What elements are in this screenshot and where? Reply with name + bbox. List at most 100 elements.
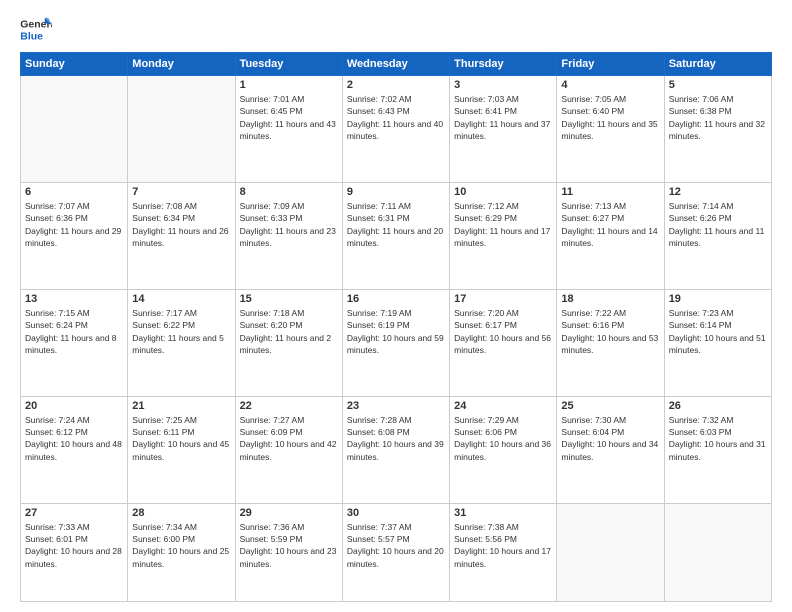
day-number: 16 <box>347 293 445 305</box>
day-number: 17 <box>454 293 552 305</box>
day-detail: Sunrise: 7:01 AMSunset: 6:45 PMDaylight:… <box>240 93 338 142</box>
calendar-day-cell: 30 Sunrise: 7:37 AMSunset: 5:57 PMDayligh… <box>342 503 449 601</box>
calendar-day-cell: 1 Sunrise: 7:01 AMSunset: 6:45 PMDaylight… <box>235 76 342 183</box>
calendar-day-cell <box>557 503 664 601</box>
calendar-day-cell: 24 Sunrise: 7:29 AMSunset: 6:06 PMDayligh… <box>450 396 557 503</box>
day-detail: Sunrise: 7:13 AMSunset: 6:27 PMDaylight:… <box>561 200 659 249</box>
weekday-header-wednesday: Wednesday <box>342 53 449 76</box>
day-number: 15 <box>240 293 338 305</box>
weekday-header-row: SundayMondayTuesdayWednesdayThursdayFrid… <box>21 53 772 76</box>
calendar-day-cell: 21 Sunrise: 7:25 AMSunset: 6:11 PMDayligh… <box>128 396 235 503</box>
day-detail: Sunrise: 7:20 AMSunset: 6:17 PMDaylight:… <box>454 307 552 356</box>
day-detail: Sunrise: 7:18 AMSunset: 6:20 PMDaylight:… <box>240 307 338 356</box>
day-detail: Sunrise: 7:24 AMSunset: 6:12 PMDaylight:… <box>25 414 123 463</box>
calendar-day-cell: 3 Sunrise: 7:03 AMSunset: 6:41 PMDaylight… <box>450 76 557 183</box>
day-number: 9 <box>347 186 445 198</box>
calendar-day-cell: 9Sunrise: 7:11 AMSunset: 6:31 PMDaylight… <box>342 182 449 289</box>
weekday-header-sunday: Sunday <box>21 53 128 76</box>
header: General Blue <box>20 16 772 44</box>
calendar-day-cell: 7 Sunrise: 7:08 AMSunset: 6:34 PMDaylight… <box>128 182 235 289</box>
day-detail: Sunrise: 7:29 AMSunset: 6:06 PMDaylight:… <box>454 414 552 463</box>
day-number: 10 <box>454 186 552 198</box>
day-detail: Sunrise: 7:15 AMSunset: 6:24 PMDaylight:… <box>25 307 123 356</box>
calendar-week-row: 27Sunrise: 7:33 AMSunset: 6:01 PMDayligh… <box>21 503 772 601</box>
calendar-day-cell: 13 Sunrise: 7:15 AMSunset: 6:24 PMDayligh… <box>21 289 128 396</box>
day-number: 11 <box>561 186 659 198</box>
calendar-week-row: 20 Sunrise: 7:24 AMSunset: 6:12 PMDayligh… <box>21 396 772 503</box>
weekday-header-saturday: Saturday <box>664 53 771 76</box>
day-number: 25 <box>561 400 659 412</box>
day-detail: Sunrise: 7:37 AMSunset: 5:57 PMDaylight:… <box>347 521 445 570</box>
day-detail: Sunrise: 7:17 AMSunset: 6:22 PMDaylight:… <box>132 307 230 356</box>
day-number: 13 <box>25 293 123 305</box>
calendar-day-cell <box>664 503 771 601</box>
logo-icon: General Blue <box>20 16 52 44</box>
day-number: 26 <box>669 400 767 412</box>
day-number: 20 <box>25 400 123 412</box>
calendar-day-cell: 20 Sunrise: 7:24 AMSunset: 6:12 PMDayligh… <box>21 396 128 503</box>
day-number: 19 <box>669 293 767 305</box>
calendar-table: SundayMondayTuesdayWednesdayThursdayFrid… <box>20 52 772 602</box>
calendar-day-cell: 6 Sunrise: 7:07 AMSunset: 6:36 PMDaylight… <box>21 182 128 289</box>
calendar-day-cell: 25 Sunrise: 7:30 AMSunset: 6:04 PMDayligh… <box>557 396 664 503</box>
calendar-day-cell: 27Sunrise: 7:33 AMSunset: 6:01 PMDayligh… <box>21 503 128 601</box>
day-number: 3 <box>454 79 552 91</box>
weekday-header-thursday: Thursday <box>450 53 557 76</box>
weekday-header-friday: Friday <box>557 53 664 76</box>
day-number: 2 <box>347 79 445 91</box>
day-detail: Sunrise: 7:36 AMSunset: 5:59 PMDaylight:… <box>240 521 338 570</box>
day-number: 30 <box>347 507 445 519</box>
calendar-day-cell: 16 Sunrise: 7:19 AMSunset: 6:19 PMDayligh… <box>342 289 449 396</box>
day-detail: Sunrise: 7:32 AMSunset: 6:03 PMDaylight:… <box>669 414 767 463</box>
calendar-day-cell: 29Sunrise: 7:36 AMSunset: 5:59 PMDayligh… <box>235 503 342 601</box>
day-number: 5 <box>669 79 767 91</box>
day-detail: Sunrise: 7:09 AMSunset: 6:33 PMDaylight:… <box>240 200 338 249</box>
calendar-day-cell: 5 Sunrise: 7:06 AMSunset: 6:38 PMDaylight… <box>664 76 771 183</box>
day-detail: Sunrise: 7:06 AMSunset: 6:38 PMDaylight:… <box>669 93 767 142</box>
weekday-header-monday: Monday <box>128 53 235 76</box>
calendar-day-cell: 22Sunrise: 7:27 AMSunset: 6:09 PMDayligh… <box>235 396 342 503</box>
day-number: 1 <box>240 79 338 91</box>
day-number: 23 <box>347 400 445 412</box>
calendar-week-row: 6 Sunrise: 7:07 AMSunset: 6:36 PMDaylight… <box>21 182 772 289</box>
calendar-day-cell: 31 Sunrise: 7:38 AMSunset: 5:56 PMDayligh… <box>450 503 557 601</box>
calendar-day-cell: 12 Sunrise: 7:14 AMSunset: 6:26 PMDayligh… <box>664 182 771 289</box>
day-detail: Sunrise: 7:38 AMSunset: 5:56 PMDaylight:… <box>454 521 552 570</box>
calendar-day-cell: 26 Sunrise: 7:32 AMSunset: 6:03 PMDayligh… <box>664 396 771 503</box>
day-detail: Sunrise: 7:28 AMSunset: 6:08 PMDaylight:… <box>347 414 445 463</box>
day-number: 14 <box>132 293 230 305</box>
day-number: 6 <box>25 186 123 198</box>
day-detail: Sunrise: 7:08 AMSunset: 6:34 PMDaylight:… <box>132 200 230 249</box>
weekday-header-tuesday: Tuesday <box>235 53 342 76</box>
day-detail: Sunrise: 7:14 AMSunset: 6:26 PMDaylight:… <box>669 200 767 249</box>
calendar-day-cell: 28Sunrise: 7:34 AMSunset: 6:00 PMDayligh… <box>128 503 235 601</box>
calendar-day-cell: 4 Sunrise: 7:05 AMSunset: 6:40 PMDaylight… <box>557 76 664 183</box>
page: General Blue SundayMondayTuesdayWednesda… <box>0 0 792 612</box>
day-detail: Sunrise: 7:33 AMSunset: 6:01 PMDaylight:… <box>25 521 123 570</box>
calendar-day-cell <box>21 76 128 183</box>
day-number: 24 <box>454 400 552 412</box>
day-detail: Sunrise: 7:02 AMSunset: 6:43 PMDaylight:… <box>347 93 445 142</box>
day-number: 7 <box>132 186 230 198</box>
day-detail: Sunrise: 7:23 AMSunset: 6:14 PMDaylight:… <box>669 307 767 356</box>
day-number: 4 <box>561 79 659 91</box>
calendar-day-cell: 17 Sunrise: 7:20 AMSunset: 6:17 PMDayligh… <box>450 289 557 396</box>
day-number: 12 <box>669 186 767 198</box>
calendar-week-row: 13 Sunrise: 7:15 AMSunset: 6:24 PMDayligh… <box>21 289 772 396</box>
day-number: 21 <box>132 400 230 412</box>
calendar-day-cell: 14 Sunrise: 7:17 AMSunset: 6:22 PMDayligh… <box>128 289 235 396</box>
day-detail: Sunrise: 7:19 AMSunset: 6:19 PMDaylight:… <box>347 307 445 356</box>
day-detail: Sunrise: 7:03 AMSunset: 6:41 PMDaylight:… <box>454 93 552 142</box>
day-detail: Sunrise: 7:07 AMSunset: 6:36 PMDaylight:… <box>25 200 123 249</box>
calendar-day-cell: 18Sunrise: 7:22 AMSunset: 6:16 PMDayligh… <box>557 289 664 396</box>
day-number: 22 <box>240 400 338 412</box>
day-number: 8 <box>240 186 338 198</box>
day-detail: Sunrise: 7:25 AMSunset: 6:11 PMDaylight:… <box>132 414 230 463</box>
day-number: 31 <box>454 507 552 519</box>
calendar-day-cell: 15 Sunrise: 7:18 AMSunset: 6:20 PMDayligh… <box>235 289 342 396</box>
day-detail: Sunrise: 7:30 AMSunset: 6:04 PMDaylight:… <box>561 414 659 463</box>
day-detail: Sunrise: 7:05 AMSunset: 6:40 PMDaylight:… <box>561 93 659 142</box>
calendar-day-cell: 11 Sunrise: 7:13 AMSunset: 6:27 PMDayligh… <box>557 182 664 289</box>
day-detail: Sunrise: 7:12 AMSunset: 6:29 PMDaylight:… <box>454 200 552 249</box>
logo: General Blue <box>20 16 52 44</box>
